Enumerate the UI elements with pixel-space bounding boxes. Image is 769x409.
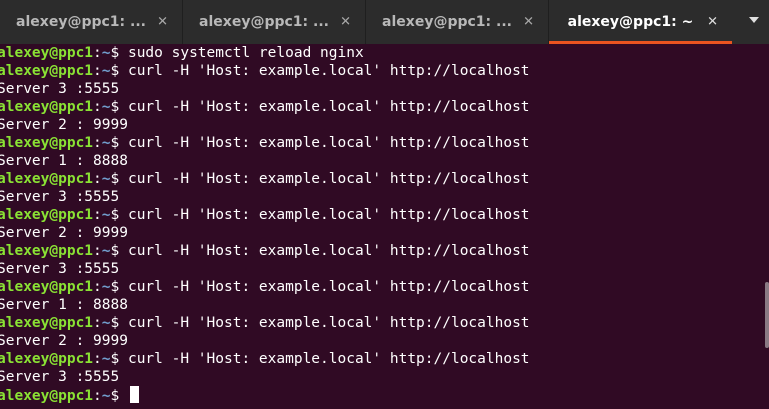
output-line: Server 2 : 9999 [0,333,128,349]
prompt-symbol: $ [110,45,128,61]
prompt-user-host: alexey@ppc1 [0,315,94,331]
command-text: curl -H 'Host: example.local' http://loc… [127,171,530,187]
command-text: curl -H 'Host: example.local' http://loc… [127,99,530,115]
command-text: curl -H 'Host: example.local' http://loc… [127,135,530,151]
prompt-line: alexey@ppc1:~$ curl -H 'Host: example.lo… [0,62,769,80]
prompt-path: ~ [101,135,111,151]
prompt-symbol: $ [110,171,128,187]
prompt-line: alexey@ppc1:~$ curl -H 'Host: example.lo… [0,242,769,260]
prompt-path: ~ [101,279,111,295]
prompt-symbol: $ [110,135,128,151]
output-line: Server 1 : 8888 [0,153,128,169]
prompt-separator: : [93,171,102,187]
command-text: curl -H 'Host: example.local' http://loc… [127,63,530,79]
tab-title: alexey@ppc1: ~ [567,14,694,30]
scrollbar[interactable] [765,282,769,348]
prompt-separator: : [93,351,102,367]
prompt-separator: : [93,99,102,115]
output-line: Server 3 :5555 [0,369,120,385]
prompt-path: ~ [101,99,111,115]
prompt-line: alexey@ppc1:~$ curl -H 'Host: example.lo… [0,314,769,332]
prompt-path: ~ [101,243,111,259]
prompt-separator: : [93,388,102,404]
prompt-user-host: alexey@ppc1 [0,63,94,79]
close-icon[interactable]: ✕ [340,15,351,30]
prompt-symbol: $ [110,207,128,223]
tab-terminal-4-active[interactable]: alexey@ppc1: ~ ✕ [549,0,732,44]
prompt-user-host: alexey@ppc1 [0,171,94,187]
output-line: Server 3 :5555 [0,189,120,205]
prompt-user-host: alexey@ppc1 [0,45,94,61]
prompt-path: ~ [101,315,111,331]
prompt-line: alexey@ppc1:~$ [0,386,769,404]
prompt-symbol: $ [110,243,128,259]
prompt-symbol: $ [110,63,128,79]
prompt-symbol: $ [110,351,128,367]
command-text: curl -H 'Host: example.local' http://loc… [127,279,530,295]
prompt-user-host: alexey@ppc1 [0,135,94,151]
prompt-line: alexey@ppc1:~$ curl -H 'Host: example.lo… [0,134,769,152]
prompt-user-host: alexey@ppc1 [0,351,94,367]
command-text: curl -H 'Host: example.local' http://loc… [127,315,530,331]
prompt-path: ~ [101,45,111,61]
terminal-window: alexey@ppc1: ... ✕ alexey@ppc1: ... ✕ al… [0,0,769,409]
prompt-line: alexey@ppc1:~$ curl -H 'Host: example.lo… [0,350,769,368]
close-icon[interactable]: ✕ [707,15,718,30]
prompt-user-host: alexey@ppc1 [0,243,94,259]
prompt-path: ~ [101,351,111,367]
chevron-down-icon[interactable] [747,13,761,27]
prompt-user-host: alexey@ppc1 [0,207,94,223]
prompt-separator: : [93,135,102,151]
prompt-user-host: alexey@ppc1 [0,279,94,295]
output-line: Server 2 : 9999 [0,225,128,241]
tab-terminal-3[interactable]: alexey@ppc1: ... ✕ [366,0,549,44]
tab-terminal-2[interactable]: alexey@ppc1: ... ✕ [183,0,366,44]
prompt-line: alexey@ppc1:~$ curl -H 'Host: example.lo… [0,98,769,116]
prompt-line: alexey@ppc1:~$ curl -H 'Host: example.lo… [0,278,769,296]
prompt-line: alexey@ppc1:~$ curl -H 'Host: example.lo… [0,206,769,224]
command-text: curl -H 'Host: example.local' http://loc… [127,243,530,259]
prompt-user-host: alexey@ppc1 [0,388,94,404]
prompt-line: alexey@ppc1:~$ sudo systemctl reload ngi… [0,44,769,62]
tab-title: alexey@ppc1: ... [382,14,512,30]
command-text: sudo systemctl reload nginx [127,45,364,61]
prompt-path: ~ [101,171,111,187]
output-line: Server 3 :5555 [0,81,120,97]
prompt-separator: : [93,45,102,61]
output-line: Server 2 : 9999 [0,117,128,133]
prompt-path: ~ [101,63,111,79]
prompt-separator: : [93,315,102,331]
close-icon[interactable]: ✕ [157,15,168,30]
close-icon[interactable]: ✕ [523,15,534,30]
prompt-separator: : [93,63,102,79]
text-cursor [129,386,139,403]
prompt-separator: : [93,243,102,259]
prompt-line: alexey@ppc1:~$ curl -H 'Host: example.lo… [0,170,769,188]
prompt-separator: : [93,207,102,223]
command-text: curl -H 'Host: example.local' http://loc… [127,351,530,367]
prompt-symbol: $ [110,315,128,331]
prompt-path: ~ [101,207,111,223]
tab-title: alexey@ppc1: ... [16,14,146,30]
prompt-symbol: $ [110,388,128,404]
terminal-output[interactable]: alexey@ppc1:~$ sudo systemctl reload ngi… [0,44,769,409]
prompt-separator: : [93,279,102,295]
prompt-path: ~ [101,388,111,404]
prompt-symbol: $ [110,99,128,115]
tab-title: alexey@ppc1: ... [199,14,329,30]
output-line: Server 3 :5555 [0,261,120,277]
command-text: curl -H 'Host: example.local' http://loc… [127,207,530,223]
prompt-symbol: $ [110,279,128,295]
prompt-user-host: alexey@ppc1 [0,99,94,115]
tab-terminal-1[interactable]: alexey@ppc1: ... ✕ [0,0,183,44]
tab-bar: alexey@ppc1: ... ✕ alexey@ppc1: ... ✕ al… [0,0,769,44]
output-line: Server 1 : 8888 [0,297,128,313]
